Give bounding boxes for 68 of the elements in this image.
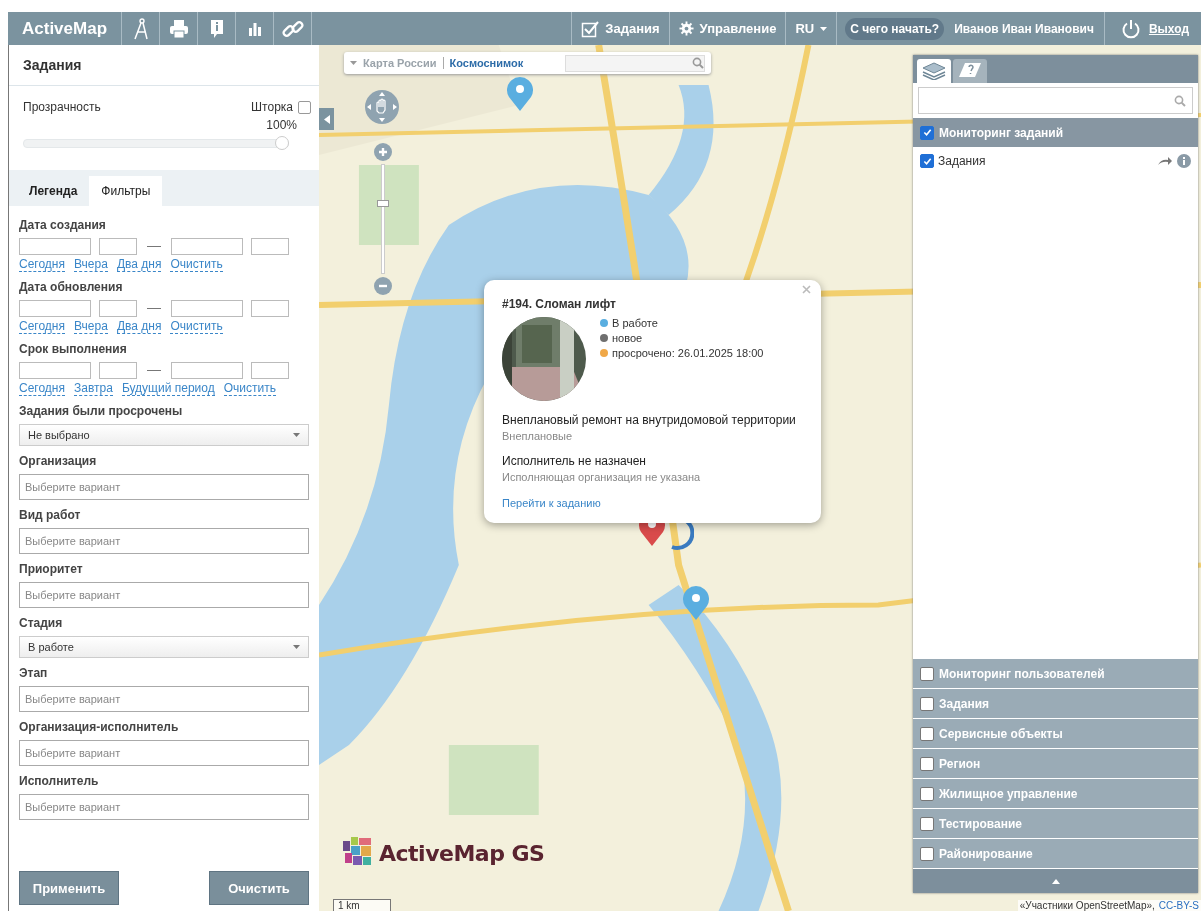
transparency-label: Прозрачность — [23, 100, 101, 114]
settings-icon — [678, 21, 694, 36]
caret-icon — [293, 433, 300, 437]
filter-label: Организация — [19, 454, 98, 468]
multi-select-field[interactable]: Выберите вариант — [19, 474, 309, 500]
filter-label: Дата создания — [19, 218, 107, 232]
filter-label: Этап — [19, 666, 49, 680]
select-value: В работе — [28, 641, 74, 653]
compass-icon — [132, 17, 149, 40]
shutter-checkbox[interactable] — [298, 100, 311, 114]
filter-label: Исполнитель — [19, 774, 100, 788]
date-field[interactable] — [19, 238, 91, 255]
time-field[interactable] — [251, 238, 289, 255]
date-field[interactable] — [19, 300, 91, 317]
filter-label: Задания были просрочены — [19, 404, 184, 418]
date-preset-link[interactable]: Очистить — [170, 320, 223, 334]
time-field[interactable] — [99, 300, 137, 317]
filter-label: Приоритет — [19, 562, 84, 576]
filter-label: Дата обновления — [19, 280, 124, 294]
multi-select-field[interactable]: Выберите вариант — [19, 528, 309, 554]
date-field[interactable] — [171, 362, 243, 379]
panel-tab[interactable]: Фильтры — [89, 176, 163, 206]
multi-select-field[interactable]: Выберите вариант — [19, 740, 309, 766]
slider-thumb[interactable] — [275, 136, 289, 150]
date-field[interactable] — [19, 362, 91, 379]
panel-tab[interactable]: Легенда — [17, 176, 90, 206]
date-field[interactable] — [171, 238, 243, 255]
time-field[interactable] — [99, 362, 137, 379]
shutter-label: Шторка — [251, 100, 293, 114]
multi-select-field[interactable]: Выберите вариант — [19, 794, 309, 820]
time-field[interactable] — [99, 238, 137, 255]
date-preset-link[interactable]: Будущий период — [121, 382, 215, 396]
power-icon — [1120, 18, 1141, 39]
checkbox-icon — [581, 19, 600, 38]
caret-icon — [293, 645, 300, 649]
filter-label: Вид работ — [19, 508, 82, 522]
date-field[interactable] — [171, 300, 243, 317]
date-preset-link[interactable]: Вчера — [74, 258, 108, 272]
date-preset-link[interactable]: Завтра — [74, 382, 113, 396]
date-preset-link[interactable]: Очистить — [223, 382, 276, 396]
apply-button[interactable]: Применить — [19, 871, 119, 905]
caret-icon — [820, 26, 828, 31]
date-preset-link[interactable]: Очистить — [170, 258, 223, 272]
date-preset-link[interactable]: Сегодня — [19, 258, 65, 272]
time-field[interactable] — [251, 362, 289, 379]
clear-button[interactable]: Очистить — [209, 871, 309, 905]
time-field[interactable] — [251, 300, 289, 317]
date-preset-link[interactable]: Сегодня — [19, 320, 65, 334]
logout-link[interactable]: Выход — [1104, 12, 1201, 45]
date-preset-link[interactable]: Два дня — [116, 320, 162, 334]
transparency-value: 100% — [266, 118, 297, 132]
help-button[interactable]: С чего начать? — [845, 17, 945, 40]
transparency-slider[interactable] — [23, 136, 289, 150]
printer-icon — [168, 18, 189, 39]
date-preset-link[interactable]: Два дня — [116, 258, 162, 272]
date-preset-link[interactable]: Сегодня — [19, 382, 65, 396]
date-preset-link[interactable]: Вчера — [74, 320, 108, 334]
filter-label: Срок выполнения — [19, 342, 128, 356]
info-card-icon — [208, 17, 225, 40]
logout-label: Выход — [1148, 21, 1189, 36]
filter-label: Организация-исполнитель — [19, 720, 180, 734]
filter-label: Стадия — [19, 616, 64, 630]
select-dropdown[interactable]: Не выбрано — [19, 424, 309, 446]
select-dropdown[interactable]: В работе — [19, 636, 309, 658]
bar-chart-icon — [247, 21, 262, 36]
multi-select-field[interactable]: Выберите вариант — [19, 686, 309, 712]
select-value: Не выбрано — [28, 429, 90, 441]
multi-select-field[interactable]: Выберите вариант — [19, 582, 309, 608]
